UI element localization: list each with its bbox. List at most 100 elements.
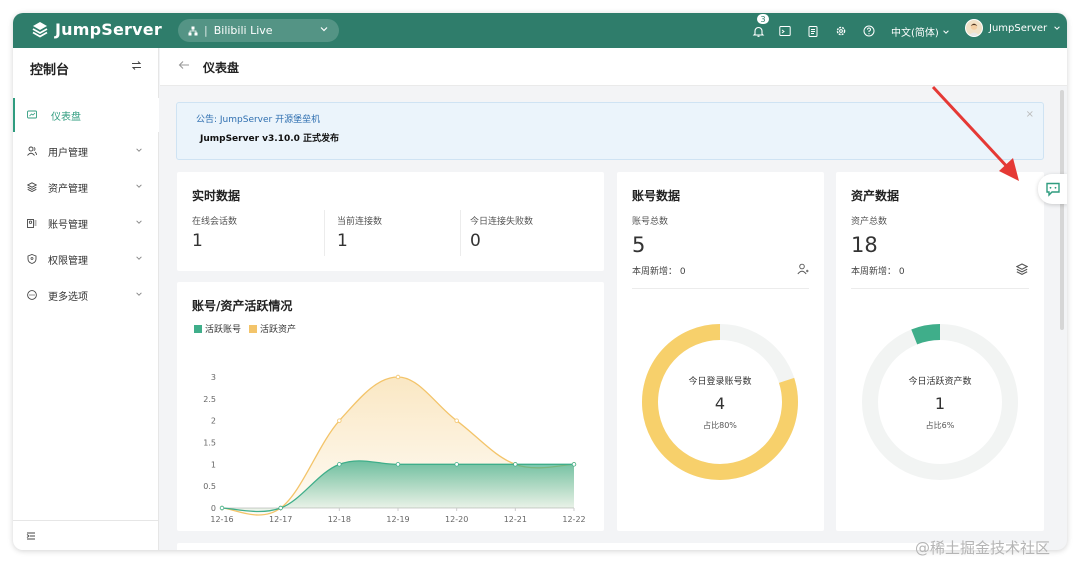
sidebar-item-label: 更多选项 (48, 291, 88, 303)
week-new-label: 本周新增： 0 (851, 267, 905, 277)
logo[interactable]: JumpServer (31, 20, 162, 39)
asset-total: 18 (851, 233, 878, 257)
y-tick-label: 1.5 (203, 439, 216, 448)
divider (324, 210, 325, 256)
donut-percent: 占比80% (703, 421, 737, 430)
user-menu[interactable]: JumpServer (965, 19, 1061, 37)
divider (632, 288, 809, 289)
chat-bubble-icon (1045, 182, 1060, 197)
language-selector[interactable]: 中文(简体) (891, 24, 950, 39)
chevron-down-icon (136, 148, 142, 152)
chevron-down-icon (136, 220, 142, 224)
divider (460, 210, 461, 256)
y-tick-label: 0.5 (203, 482, 216, 491)
sidebar-title: 控制台 (30, 63, 70, 78)
org-selector[interactable]: | Bilibili Live (178, 19, 339, 42)
app-window: JumpServer | Bilibili Live 3 中文(简体) Jump… (13, 13, 1067, 550)
data-point (278, 505, 283, 511)
org-name: Bilibili Live (213, 24, 273, 37)
user-avatar-icon (968, 23, 980, 36)
language-label: 中文(简体) (891, 28, 939, 39)
chevron-down-icon (320, 27, 328, 32)
account-data-card: 账号数据 账号总数 5 本周新增： 0 今日登录账号数 4 占比80% (617, 172, 824, 531)
shield-icon (27, 254, 37, 264)
sidebar-item-label: 仪表盘 (51, 111, 81, 123)
sidebar-item-permissions[interactable]: 权限管理 (13, 242, 159, 276)
scrollbar[interactable] (1060, 90, 1064, 330)
stat-label: 今日连接失败数 (470, 217, 534, 227)
watermark: @稀土掘金技术社区 (915, 539, 1051, 557)
announcement-banner: 公告: JumpServer 开源堡垒机 JumpServer v3.10.0 … (176, 102, 1044, 160)
sidebar-item-more[interactable]: 更多选项 (13, 278, 159, 312)
user-group-icon[interactable] (797, 263, 810, 275)
data-point (337, 418, 342, 423)
web-terminal-button[interactable] (777, 23, 793, 39)
activity-chart-card: 账号/资产活跃情况 活跃账号 活跃资产 0 0.5 1 1.5 2 2.5 3 12-16 12… (177, 282, 604, 531)
donut-value: 1 (934, 394, 946, 413)
back-button[interactable] (178, 59, 190, 75)
help-button[interactable] (861, 23, 877, 39)
terminal-icon (779, 26, 791, 36)
page-title: 仪表盘 (203, 61, 240, 75)
sidebar-item-accounts[interactable]: 账号管理 (13, 206, 159, 240)
announcement-title: 公告: JumpServer 开源堡垒机 (196, 115, 321, 125)
card-title: 实时数据 (192, 189, 241, 203)
top-navbar: JumpServer | Bilibili Live 3 中文(简体) Jump… (13, 13, 1067, 48)
avatar (965, 19, 983, 37)
x-tick-label: 12-19 (386, 515, 409, 524)
data-point (454, 418, 459, 423)
stat-label: 当前连接数 (337, 217, 383, 227)
x-tick-label: 12-20 (445, 515, 468, 524)
users-icon (27, 146, 37, 156)
username: JumpServer (989, 22, 1048, 34)
y-tick-label: 0 (211, 504, 216, 513)
series-area-accounts (222, 460, 574, 512)
org-divider: | (204, 24, 208, 37)
x-tick-label: 12-18 (328, 515, 351, 524)
y-tick-label: 3 (211, 373, 216, 382)
sidebar-item-assets[interactable]: 资产管理 (13, 170, 159, 204)
chevron-down-icon (136, 256, 142, 260)
data-point (571, 462, 577, 467)
stat-value: 1 (192, 231, 203, 251)
jumpserver-logo-icon (32, 21, 48, 38)
card-title: 资产数据 (851, 189, 900, 203)
red-arrow-annotation (931, 85, 1019, 181)
data-point (395, 374, 401, 380)
sidebar-item-dashboard[interactable]: 仪表盘 (13, 98, 159, 132)
week-new-label: 本周新增： 0 (632, 267, 686, 277)
stat-value: 0 (470, 231, 481, 251)
x-tick-label: 12-22 (562, 515, 585, 524)
y-tick-label: 2 (211, 417, 216, 426)
chevron-down-icon (1054, 26, 1060, 30)
next-card (177, 543, 1044, 550)
sidebar: 控制台 仪表盘 用户管理 资产管理 账号管理 权限管理 更多选项 (13, 48, 159, 550)
stat-value: 1 (337, 231, 348, 251)
collapse-menu-icon[interactable] (26, 531, 36, 541)
divider (851, 288, 1029, 289)
stat-label: 资产总数 (851, 217, 888, 227)
chevron-down-icon (136, 292, 142, 296)
logo-text: JumpServer (55, 20, 162, 39)
data-point (219, 505, 225, 511)
sidebar-switch-button[interactable] (131, 60, 142, 74)
clipboard-icon (808, 26, 818, 37)
notification-badge: 3 (756, 13, 770, 25)
asset-data-card: 资产数据 资产总数 18 本周新增： 0 今日活跃资产数 1 占比6% (836, 172, 1044, 531)
tickets-button[interactable] (805, 23, 821, 39)
layers-icon[interactable] (1016, 263, 1028, 275)
question-icon (863, 25, 875, 37)
chat-assistant-button[interactable] (1038, 174, 1067, 204)
chevron-down-icon (136, 184, 142, 188)
y-tick-label: 1 (211, 460, 216, 469)
donut-segment (911, 324, 941, 345)
y-tick-label: 2.5 (203, 395, 216, 404)
sidebar-item-users[interactable]: 用户管理 (13, 134, 159, 168)
donut-percent: 占比6% (925, 421, 955, 430)
sidebar-item-label: 资产管理 (48, 183, 88, 195)
switch-arrows-icon (131, 61, 142, 70)
stat-label: 在线会话数 (192, 217, 238, 227)
account-icon (27, 219, 37, 228)
sidebar-footer (13, 520, 159, 550)
settings-button[interactable] (833, 23, 849, 39)
